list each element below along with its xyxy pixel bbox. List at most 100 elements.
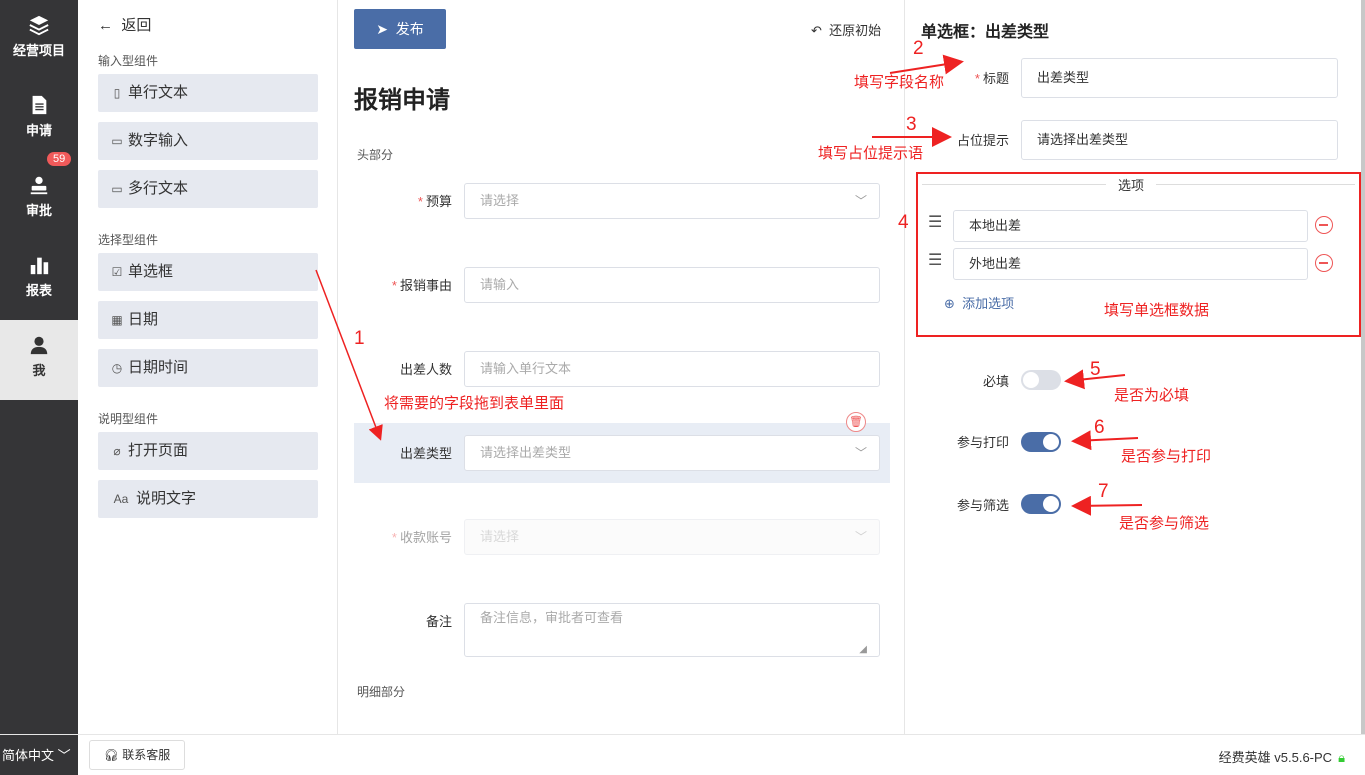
field-label-trip-type: 出差类型 <box>399 446 452 461</box>
textarea-icon: ▭ <box>111 182 123 196</box>
placeholder-input[interactable]: 请选择出差类型 <box>1021 120 1338 160</box>
publish-button[interactable]: ➤ 发布 <box>354 9 446 49</box>
field-label-remark: 备注 <box>425 614 452 629</box>
remove-option-icon[interactable] <box>1315 254 1333 272</box>
annotation-text: 填写字段名称 <box>854 74 945 91</box>
nav-item-me[interactable]: 我 <box>0 320 78 400</box>
nav-label: 申请 <box>25 123 52 138</box>
component-multi-text[interactable]: ▭ 多行文本 <box>98 170 318 208</box>
document-icon <box>32 95 47 115</box>
account-select: 请选择 ﹀ <box>464 519 880 555</box>
annotation-text: 是否参与筛选 <box>1119 515 1210 532</box>
filter-label: 参与筛选 <box>956 498 1009 513</box>
group-title: 输入型组件 <box>98 54 159 68</box>
nav-label: 我 <box>32 363 46 378</box>
user-icon <box>30 336 48 355</box>
component-datetime[interactable]: ◷ 日期时间 <box>98 349 318 387</box>
plus-circle-icon: ⊕ <box>944 296 955 311</box>
option-input[interactable]: 本地出差 <box>953 210 1308 242</box>
checkbox-icon: ☑ <box>111 265 123 279</box>
toggle-knob <box>1043 434 1059 450</box>
section-detail: 明细部分 <box>357 685 406 699</box>
send-icon: ➤ <box>376 21 388 37</box>
group-title: 说明型组件 <box>98 412 159 426</box>
nav-item-projects[interactable]: 经营项目 <box>0 0 78 80</box>
title-input[interactable]: 出差类型 <box>1021 58 1338 98</box>
number-input-icon: ▭ <box>111 134 123 148</box>
chevron-down-icon: ﹀ <box>57 748 71 763</box>
component-number-input[interactable]: ▭ 数字输入 <box>98 122 318 160</box>
back-button[interactable]: ← 返回 <box>98 14 151 35</box>
filter-toggle[interactable] <box>1021 494 1061 514</box>
status-bar: 简体中文 ﹀ 🎧︎ 联系客服 经费英雄 v5.5.6-PC 🔒︎ <box>0 734 1365 775</box>
restore-button[interactable]: ↶ 还原初始 <box>811 20 881 39</box>
scrollbar[interactable] <box>1361 0 1365 734</box>
component-description[interactable]: Aa 说明文字 <box>98 480 318 518</box>
nav-label: 审批 <box>25 203 52 218</box>
nav-item-apply[interactable]: 申请 <box>0 80 78 160</box>
annotation-number: 5 <box>1090 359 1101 380</box>
print-toggle[interactable] <box>1021 432 1061 452</box>
drag-handle-icon[interactable]: ☰ <box>928 215 946 231</box>
annotation-number: 2 <box>913 38 924 59</box>
drag-handle-icon[interactable]: ☰ <box>928 253 946 269</box>
field-label-account: * 收款账号 <box>391 530 452 545</box>
annotation-text: 是否为必填 <box>1114 387 1190 404</box>
nav-item-reports[interactable]: 报表 <box>0 240 78 320</box>
add-option-button[interactable]: ⊕ 添加选项 <box>944 293 1014 312</box>
nav-label: 报表 <box>25 283 52 298</box>
bar-chart-icon <box>30 257 49 275</box>
component-single-text[interactable]: ▯ 单行文本 <box>98 74 318 112</box>
nav-item-approve[interactable]: 59 审批 <box>0 152 78 240</box>
print-label: 参与打印 <box>956 435 1009 450</box>
delete-icon[interactable]: 🗑︎ <box>846 412 866 432</box>
layers-icon <box>29 15 49 36</box>
option-input[interactable]: 外地出差 <box>953 248 1308 280</box>
calendar-icon: ▦ <box>111 313 123 327</box>
properties-panel: 单选框：出差类型 * 标题 出差类型 占位提示 请选择出差类型 选项 ☰ 本地出差… <box>906 0 1365 734</box>
undo-icon: ↶ <box>811 23 822 38</box>
language-select[interactable]: 简体中文 ﹀ <box>0 735 78 775</box>
text-field-icon: ▯ <box>113 86 121 100</box>
annotation-number: 6 <box>1094 417 1105 438</box>
annotation-number: 3 <box>906 114 917 135</box>
annotation-text: 填写单选框数据 <box>1104 302 1210 319</box>
annotation-text: 填写占位提示语 <box>818 145 924 162</box>
required-toggle[interactable] <box>1021 370 1061 390</box>
toggle-knob <box>1043 496 1059 512</box>
options-title: 选项 <box>1106 175 1157 194</box>
travelers-input[interactable]: 请输入单行文本 <box>464 351 880 387</box>
chevron-down-icon: ﹀ <box>854 446 867 460</box>
form-title: 报销申请 <box>354 87 450 114</box>
section-head: 头部分 <box>357 148 394 162</box>
reason-input[interactable]: 请输入 <box>464 267 880 303</box>
form-canvas: ➤ 发布 ↶ 还原初始 报销申请 头部分 * 预算 请选择 ﹀ * 报销事由 请输入 … <box>339 0 905 734</box>
nav-label: 经营项目 <box>12 43 65 58</box>
field-label-reason: * 报销事由 <box>391 278 452 293</box>
remove-option-icon[interactable] <box>1315 216 1333 234</box>
required-label: 必填 <box>982 374 1009 389</box>
trip-type-select[interactable]: 请选择出差类型 ﹀ <box>464 435 880 471</box>
component-date[interactable]: ▦ 日期 <box>98 301 318 339</box>
headset-icon: 🎧︎ <box>103 748 119 762</box>
component-open-page[interactable]: ⌀ 打开页面 <box>98 432 318 470</box>
props-title: 单选框：出差类型 <box>921 24 1050 41</box>
support-button[interactable]: 🎧︎ 联系客服 <box>89 740 185 770</box>
text-style-icon: Aa <box>113 492 129 506</box>
arrow-left-icon: ← <box>98 17 113 34</box>
lock-icon: 🔒︎ <box>1338 750 1345 765</box>
annotation-number: 7 <box>1098 481 1109 502</box>
main-nav: 经营项目 申请 59 审批 报表 我 <box>0 0 78 734</box>
annotation-number: 4 <box>898 212 909 233</box>
budget-select[interactable]: 请选择 ﹀ <box>464 183 880 219</box>
component-radio[interactable]: ☑ 单选框 <box>98 253 318 291</box>
chevron-down-icon: ﹀ <box>854 194 867 208</box>
annotation-number: 1 <box>354 328 365 349</box>
component-panel: ← 返回 输入型组件 ▯ 单行文本 ▭ 数字输入 ▭ 多行文本 选择型组件 ☑ 单选框 … <box>78 0 338 734</box>
clock-icon: ◷ <box>111 361 123 375</box>
resize-handle-icon[interactable]: ◢ <box>859 636 867 664</box>
annotation-text: 是否参与打印 <box>1121 448 1212 465</box>
toggle-knob <box>1023 372 1039 388</box>
remark-textarea[interactable]: 备注信息，审批者可查看 ◢ <box>464 603 880 657</box>
field-label-budget: * 预算 <box>417 194 452 209</box>
